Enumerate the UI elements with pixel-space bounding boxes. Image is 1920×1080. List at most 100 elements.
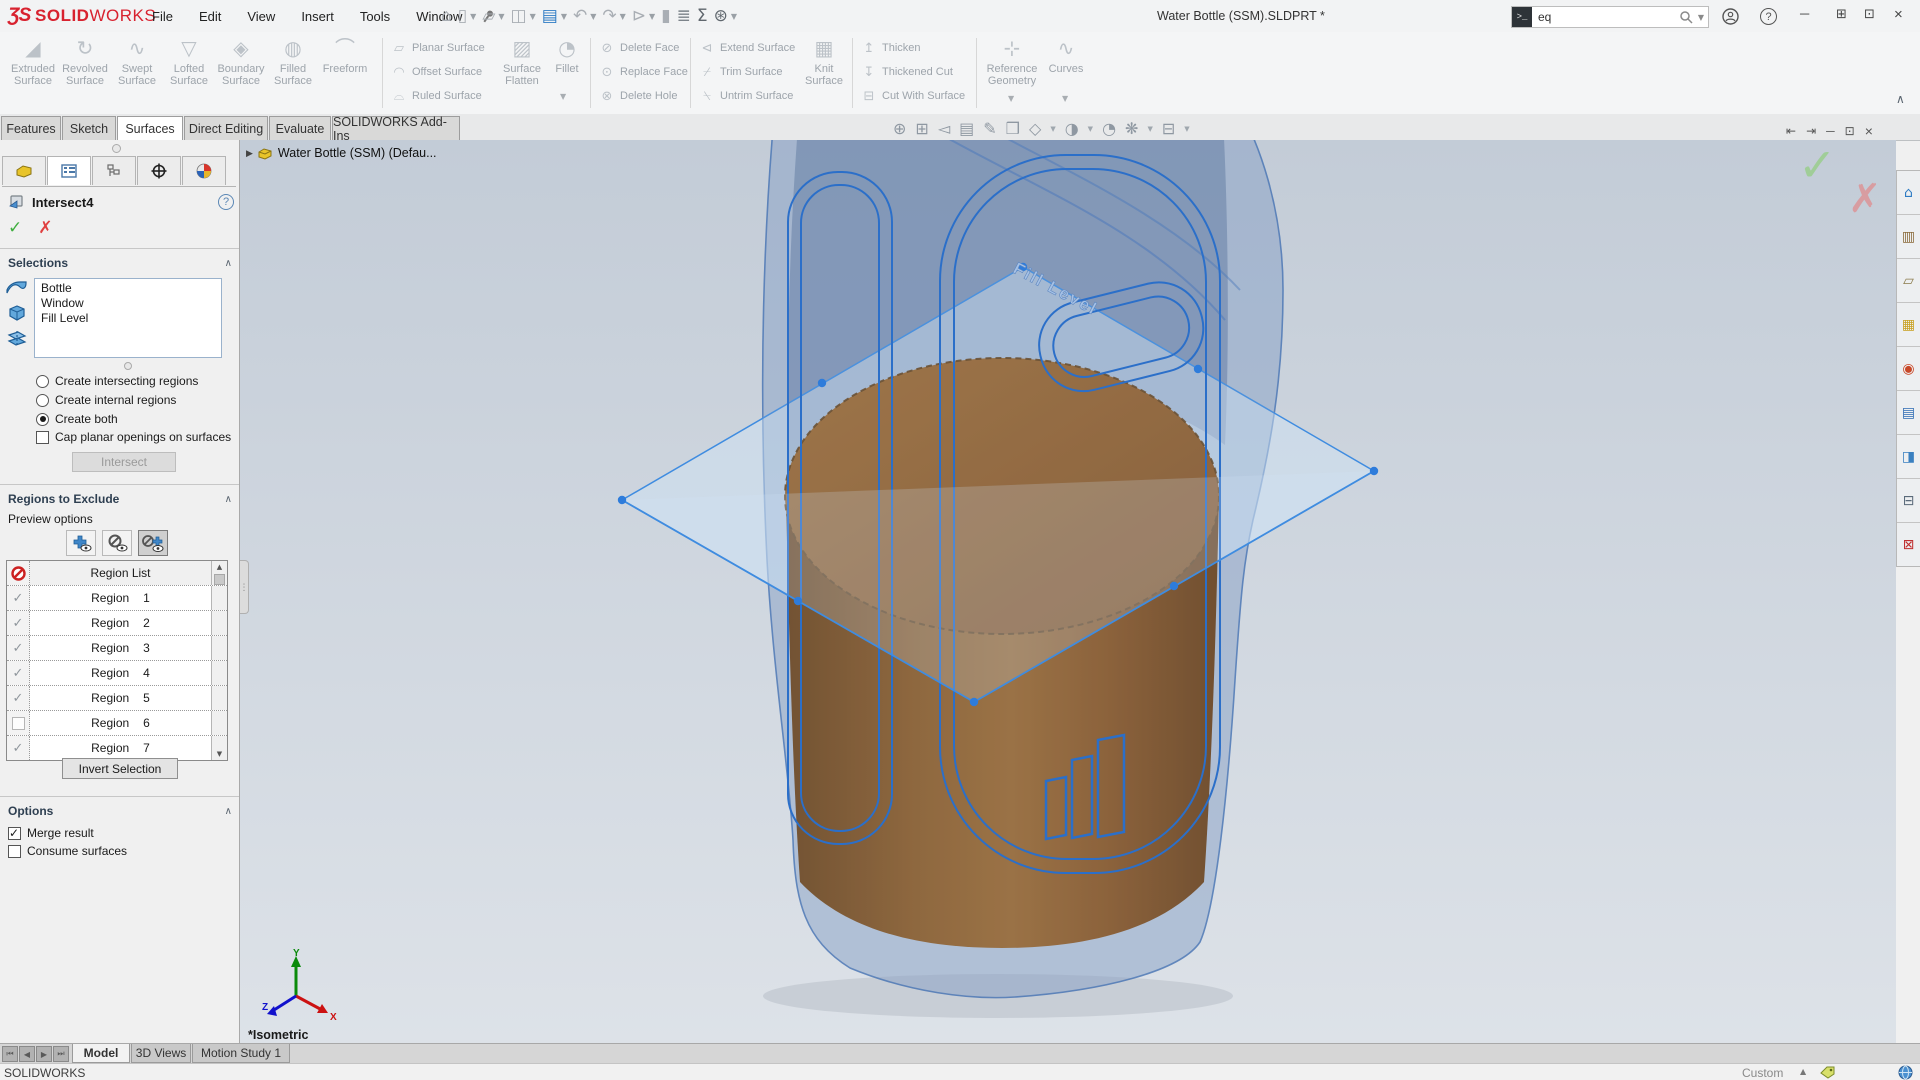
- selection-item[interactable]: Window: [41, 296, 221, 311]
- help-icon[interactable]: ?: [1760, 8, 1777, 25]
- dropdown-arrow-icon[interactable]: ▼: [530, 12, 536, 21]
- next-window-icon[interactable]: ⇥: [1806, 124, 1816, 138]
- custom-properties-icon[interactable]: ▤: [1902, 405, 1915, 421]
- expand-tree-icon[interactable]: ▶: [246, 148, 253, 159]
- checkbox-cap-planar-openings[interactable]: Cap planar openings on surfaces: [36, 430, 231, 444]
- dropdown-arrow-icon[interactable]: ▼: [620, 12, 626, 21]
- design-library-books-icon[interactable]: ▥: [1902, 229, 1915, 245]
- checkbox-consume-surfaces[interactable]: Consume surfaces: [8, 844, 127, 858]
- design-library-icon[interactable]: ▦: [1902, 317, 1915, 333]
- extend-surface-button[interactable]: ⊲Extend Surface: [698, 36, 795, 60]
- print-icon[interactable]: ▤: [542, 6, 558, 26]
- prev-tab-button[interactable]: ◀: [19, 1046, 35, 1062]
- view-orientation-icon[interactable]: ◇: [1029, 119, 1041, 138]
- graphics-viewport[interactable]: Fill Level: [240, 140, 1896, 1043]
- accept-button[interactable]: ✓: [8, 218, 22, 238]
- show-both-regions-button[interactable]: [138, 530, 168, 556]
- show-excluded-regions-button[interactable]: [102, 530, 132, 556]
- scroll-down-icon[interactable]: ▼: [217, 750, 222, 758]
- dropdown-arrow-icon[interactable]: ▼: [731, 12, 737, 21]
- freeform-button[interactable]: ⌒Freeform: [320, 35, 370, 111]
- lofted-surface-button[interactable]: ▽Lofted Surface: [164, 35, 214, 111]
- new-document-icon[interactable]: ▯: [458, 6, 467, 26]
- last-tab-button[interactable]: ⏭: [53, 1046, 69, 1062]
- feature-tree-flyout[interactable]: ▶ Water Bottle (SSM) (Defau...: [246, 146, 437, 160]
- annotations-icon[interactable]: ✎: [983, 119, 996, 138]
- tab-model[interactable]: Model: [72, 1044, 130, 1063]
- minimize-document-icon[interactable]: ─: [1826, 124, 1835, 138]
- tab-feature-manager[interactable]: [2, 156, 46, 185]
- close-document-icon[interactable]: ×: [1865, 123, 1873, 139]
- tab-surfaces[interactable]: Surfaces: [117, 116, 183, 141]
- show-included-regions-button[interactable]: [66, 530, 96, 556]
- tab-sketch[interactable]: Sketch: [62, 116, 116, 140]
- region-row[interactable]: ✓Region3: [7, 636, 227, 661]
- previous-view-icon[interactable]: ◅: [938, 119, 950, 138]
- scroll-up-icon[interactable]: ▲: [217, 563, 222, 571]
- search-input[interactable]: eq: [1532, 10, 1678, 24]
- display-style-icon[interactable]: ◑: [1065, 119, 1079, 138]
- previous-window-icon[interactable]: ⇤: [1786, 124, 1796, 138]
- model-canvas[interactable]: Fill Level: [240, 140, 1896, 1043]
- extruded-surface-button[interactable]: ◢Extruded Surface: [8, 35, 58, 111]
- replace-face-button[interactable]: ⊙Replace Face: [598, 60, 688, 84]
- boundary-surface-button[interactable]: ◈Boundary Surface: [216, 35, 266, 111]
- dropdown-arrow-icon[interactable]: ▼: [1184, 125, 1189, 133]
- select-icon[interactable]: ⊳: [632, 6, 646, 26]
- pdm-vault-icon[interactable]: ⊟: [1903, 493, 1915, 509]
- magnifier-pill-icon[interactable]: ▮: [661, 6, 670, 26]
- appearance-box-icon[interactable]: ❒: [1006, 119, 1020, 138]
- region-list-scrollbar[interactable]: ▲: [211, 561, 227, 585]
- offset-surface-button[interactable]: ◠Offset Surface: [390, 60, 485, 84]
- dropdown-arrow-icon[interactable]: ▼: [1008, 94, 1014, 103]
- region-checkbox-unchecked[interactable]: [12, 717, 25, 730]
- collapse-chevron-icon[interactable]: ∧: [225, 494, 232, 505]
- region-row[interactable]: ✓Region4: [7, 661, 227, 686]
- zoom-to-fit-icon[interactable]: ⊕: [893, 119, 906, 138]
- listbox-resize-handle[interactable]: [124, 362, 132, 370]
- next-tab-button[interactable]: ▶: [36, 1046, 52, 1062]
- undo-icon[interactable]: ↶: [573, 6, 587, 26]
- region-row[interactable]: ✓Region7 ▼: [7, 736, 227, 760]
- planar-surface-button[interactable]: ▱Planar Surface: [390, 36, 485, 60]
- home-tab-icon[interactable]: ⌂: [1904, 185, 1913, 201]
- close-button[interactable]: ×: [1894, 6, 1903, 23]
- collapse-chevron-icon[interactable]: ∧: [225, 806, 232, 817]
- thicken-button[interactable]: ↥Thicken: [860, 36, 965, 60]
- home-icon[interactable]: ⌂: [441, 6, 452, 26]
- selection-item[interactable]: Fill Level: [41, 311, 221, 326]
- section-view-icon[interactable]: ▤: [959, 119, 974, 138]
- untrim-surface-button[interactable]: ⍀Untrim Surface: [698, 84, 795, 108]
- knit-surface-button[interactable]: ▦Knit Surface: [800, 35, 848, 111]
- confirm-ok-button[interactable]: ✓: [1798, 138, 1837, 192]
- tab-features[interactable]: Features: [1, 116, 61, 140]
- confirm-cancel-button[interactable]: ✗: [1848, 176, 1882, 222]
- tab-display-manager[interactable]: [182, 156, 226, 185]
- checkbox-merge-result[interactable]: Merge result: [8, 826, 94, 840]
- filled-surface-button[interactable]: ◍Filled Surface: [268, 35, 318, 111]
- menu-edit[interactable]: Edit: [187, 5, 233, 28]
- radio-create-both[interactable]: Create both: [36, 412, 118, 426]
- dropdown-arrow-icon[interactable]: ▼: [590, 12, 596, 21]
- selection-item[interactable]: Bottle: [41, 281, 221, 296]
- invert-selection-button[interactable]: Invert Selection: [62, 758, 178, 779]
- save-icon[interactable]: ◫: [511, 6, 527, 26]
- unit-system-dropdown-icon[interactable]: ▲: [1800, 1067, 1806, 1076]
- dropdown-arrow-icon[interactable]: ▼: [470, 12, 476, 21]
- panel-splitter-handle[interactable]: ⋮: [240, 560, 249, 614]
- restore-button[interactable]: ⊡: [1864, 7, 1875, 22]
- swept-surface-button[interactable]: ∿Swept Surface: [112, 35, 162, 111]
- appearances-icon[interactable]: ◨: [1902, 449, 1915, 465]
- hide-show-items-icon[interactable]: ◔: [1102, 119, 1116, 138]
- file-explorer-folder-icon[interactable]: ▱: [1903, 273, 1914, 289]
- tab-solidworks-addins[interactable]: SOLIDWORKS Add-Ins: [332, 116, 460, 140]
- region-row[interactable]: ✓Region2: [7, 611, 227, 636]
- scrollbar-thumb[interactable]: [214, 574, 225, 585]
- dropdown-arrow-icon[interactable]: ▼: [498, 12, 504, 21]
- globe-status-icon[interactable]: [1898, 1065, 1913, 1080]
- menu-insert[interactable]: Insert: [289, 5, 346, 28]
- view-settings-icon[interactable]: ⊟: [1162, 119, 1175, 138]
- cut-with-surface-button[interactable]: ⊟Cut With Surface: [860, 84, 965, 108]
- fillet-button[interactable]: ◔Fillet: [548, 35, 586, 111]
- selection-listbox[interactable]: Bottle Window Fill Level: [34, 278, 222, 358]
